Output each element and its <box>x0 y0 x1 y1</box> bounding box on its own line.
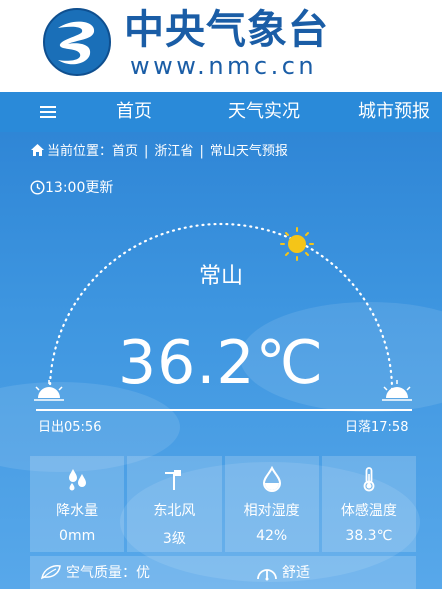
rain-drops-icon <box>69 469 87 491</box>
stat-label: 降水量 <box>56 503 99 519</box>
nav-item-home[interactable]: 首页 <box>116 92 152 132</box>
comfort-text: 舒适 <box>282 565 310 581</box>
site-header: 中央气象台 www.nmc.cn <box>0 0 442 92</box>
air-quality[interactable]: 空气质量：优 <box>40 562 150 582</box>
site-url[interactable]: www.nmc.cn <box>130 52 317 80</box>
leaf-icon <box>40 565 61 580</box>
stat-label: 东北风 <box>153 503 196 519</box>
brand-name[interactable]: 中央气象台 <box>124 6 329 54</box>
wind-vane-icon <box>165 470 182 490</box>
sun-position-icon <box>280 227 314 261</box>
main-nav: 首页 天气实况 城市预报 <box>0 92 442 132</box>
sunset-time: 日落17:58 <box>345 420 409 435</box>
thermometer-icon <box>363 467 375 492</box>
humidity-drop-icon <box>262 466 281 492</box>
city-name: 常山 <box>198 264 243 289</box>
stat-humidity: 相对湿度 42% <box>224 456 319 552</box>
nav-item-city-forecast[interactable]: 城市预报 <box>358 92 430 132</box>
stat-precipitation: 降水量 0mm <box>30 456 125 552</box>
stat-label: 体感温度 <box>340 503 397 519</box>
nav-item-observations[interactable]: 天气实况 <box>228 92 300 132</box>
current-temperature: 36.2℃ <box>118 328 324 398</box>
weather-stats: 降水量 0mm 东北风 3级 相对湿度 42% 体感温度 38.3℃ <box>30 456 416 552</box>
weather-panel: 当前位置：首页 | 浙江省 | 常山天气预报 13:00更新 常山 36.2℃ … <box>0 132 442 589</box>
stat-value: 0mm <box>59 528 96 544</box>
cma-logo-icon[interactable] <box>40 6 114 78</box>
air-quality-text: 空气质量：优 <box>66 565 150 581</box>
comfort-index[interactable]: 舒适 <box>256 562 310 582</box>
sunrise-time: 日出05:56 <box>38 420 102 435</box>
stat-wind: 东北风 3级 <box>127 456 222 552</box>
stat-value: 3级 <box>162 531 186 547</box>
stat-feels-like: 体感温度 38.3℃ <box>321 456 416 552</box>
hamburger-icon[interactable] <box>40 103 56 119</box>
air-quality-bar: 空气质量：优 舒适 <box>30 556 416 589</box>
stat-label: 相对湿度 <box>243 503 300 519</box>
stat-value: 42% <box>256 528 288 544</box>
stat-value: 38.3℃ <box>345 528 393 544</box>
gauge-icon <box>257 569 277 581</box>
